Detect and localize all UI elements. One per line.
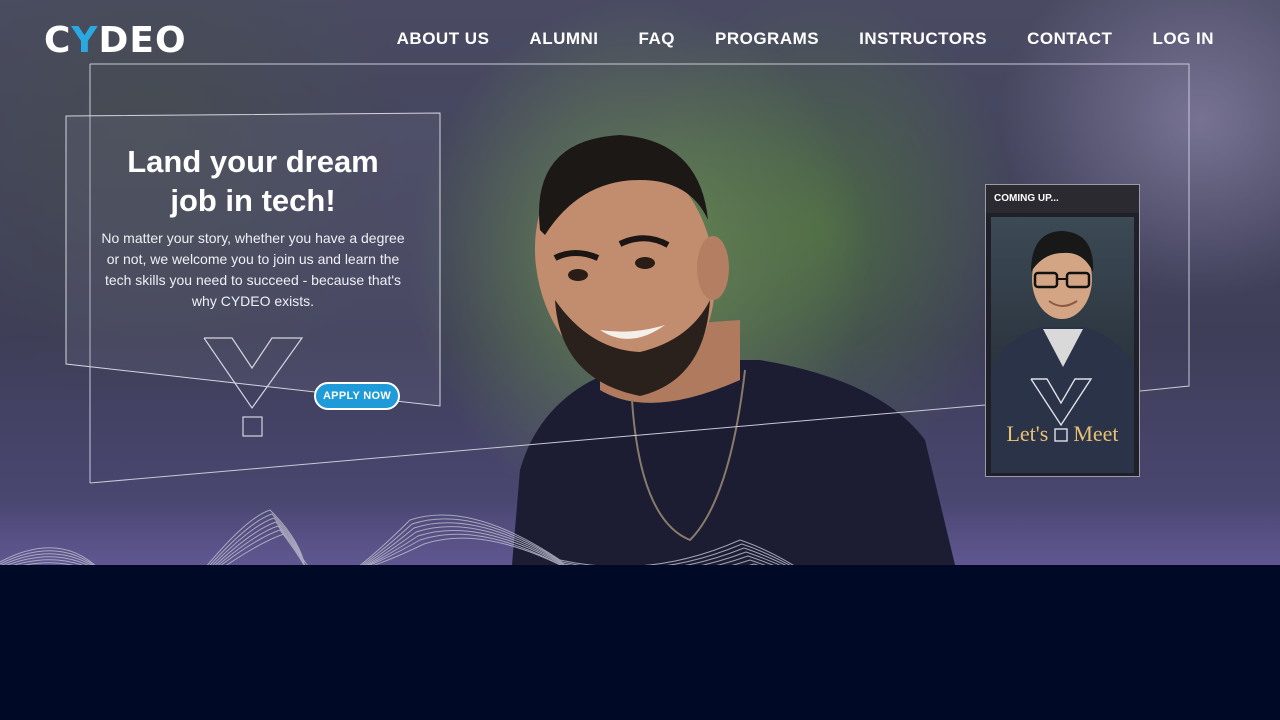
hero-title-line2: job in tech! [170, 183, 336, 218]
logo-letter-c: C [44, 20, 72, 61]
nav-programs[interactable]: PROGRAMS [715, 29, 819, 49]
nav-about-us[interactable]: ABOUT US [397, 29, 490, 49]
nav-instructors[interactable]: INSTRUCTORS [859, 29, 987, 49]
hero-text-panel: Land your dream job in tech! No matter y… [100, 142, 406, 312]
hero-title: Land your dream job in tech! [100, 142, 406, 220]
nav-alumni[interactable]: ALUMNI [529, 29, 598, 49]
logo-letter-y: Y [71, 20, 99, 61]
logo-letters-deo: DEO [98, 20, 187, 61]
lets-meet-text: Let's Meet [991, 421, 1134, 447]
nav-contact[interactable]: CONTACT [1027, 29, 1112, 49]
coming-up-card: COMING UP... Let's Meet [985, 184, 1140, 477]
lets-meet-video-thumbnail[interactable]: Let's Meet [991, 217, 1134, 473]
cydeo-logo[interactable]: CYDEO [44, 20, 187, 61]
lower-section [0, 565, 1280, 720]
nav-log-in[interactable]: LOG IN [1152, 29, 1214, 49]
apply-now-button[interactable]: APPLY NOW [314, 382, 400, 410]
nav-faq[interactable]: FAQ [639, 29, 675, 49]
apply-now-label: APPLY NOW [322, 390, 392, 402]
main-nav: ABOUT US ALUMNI FAQ PROGRAMS INSTRUCTORS… [397, 29, 1214, 49]
lets-text: Let's [1006, 421, 1049, 446]
meet-text: Meet [1073, 421, 1119, 446]
coming-up-header: COMING UP... [986, 185, 1139, 213]
hero-description: No matter your story, whether you have a… [101, 230, 405, 309]
hero-title-line1: Land your dream [127, 144, 379, 179]
